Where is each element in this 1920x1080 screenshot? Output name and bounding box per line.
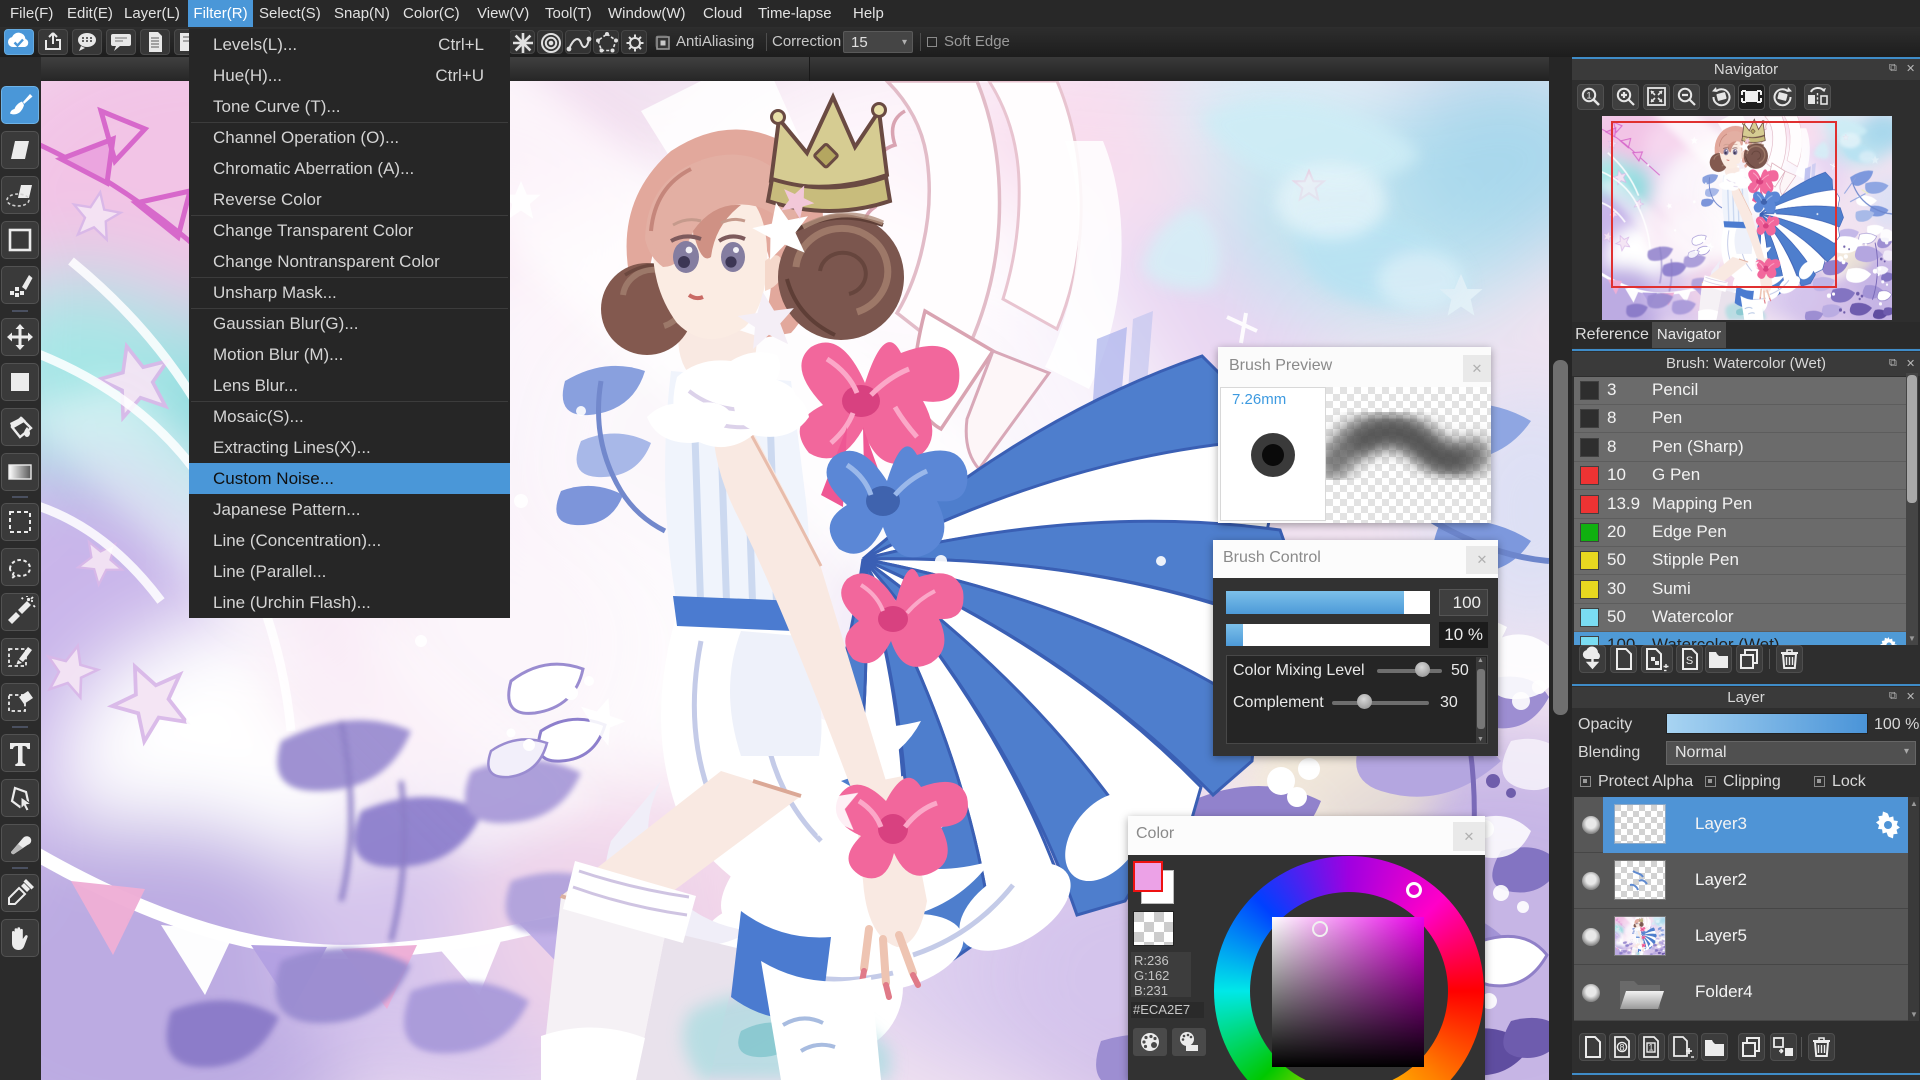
svg-text:8: 8: [1619, 1042, 1624, 1052]
svg-text:1: 1: [1586, 91, 1591, 102]
svg-text:1: 1: [1648, 1042, 1653, 1052]
svg-text:S: S: [1686, 655, 1693, 667]
